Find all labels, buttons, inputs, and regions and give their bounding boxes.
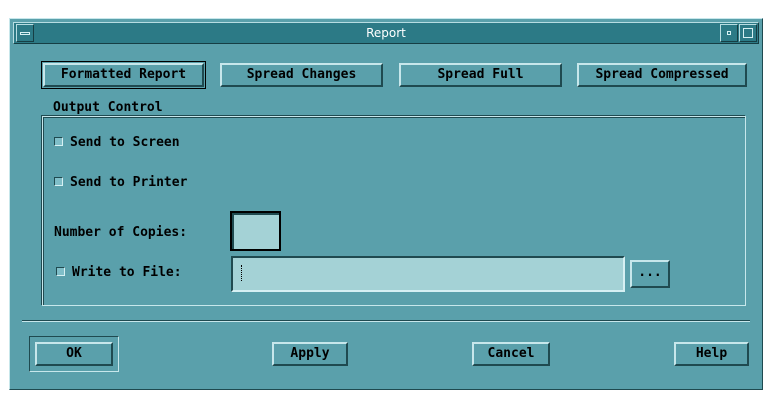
send-to-printer-checkbox[interactable]: Send to Printer <box>54 175 187 191</box>
cancel-button[interactable]: Cancel <box>472 342 550 366</box>
ok-button[interactable]: OK <box>35 342 113 366</box>
send-to-screen-checkbox[interactable]: Send to Screen <box>54 135 180 151</box>
maximize-icon <box>743 28 753 38</box>
minimize-button[interactable] <box>720 24 738 42</box>
send-to-screen-toggle[interactable] <box>54 137 63 146</box>
formatted-report-button[interactable]: Formatted Report <box>41 61 206 89</box>
window-title: Report <box>366 26 406 40</box>
action-separator <box>22 320 750 322</box>
spread-changes-button[interactable]: Spread Changes <box>220 63 383 87</box>
copies-input[interactable] <box>230 211 281 251</box>
write-to-file-label: Write to File: <box>72 265 182 280</box>
maximize-button[interactable] <box>739 24 757 42</box>
send-to-printer-label: Send to Printer <box>70 175 188 190</box>
title-bar[interactable]: Report <box>13 22 759 44</box>
browse-button[interactable]: ... <box>630 260 670 288</box>
help-button[interactable]: Help <box>674 342 749 366</box>
spread-full-button[interactable]: Spread Full <box>399 63 562 87</box>
output-control-label: Output Control <box>50 100 166 115</box>
spread-compressed-button[interactable]: Spread Compressed <box>577 63 747 87</box>
copies-label: Number of Copies: <box>54 225 188 240</box>
apply-button[interactable]: Apply <box>272 342 348 366</box>
send-to-screen-label: Send to Screen <box>70 135 180 150</box>
text-cursor <box>241 265 243 281</box>
file-path-input[interactable] <box>231 256 625 292</box>
minimize-icon <box>727 31 731 35</box>
write-to-file-checkbox[interactable]: Write to File: <box>56 265 182 281</box>
send-to-printer-toggle[interactable] <box>54 177 63 186</box>
write-to-file-toggle[interactable] <box>56 267 65 276</box>
